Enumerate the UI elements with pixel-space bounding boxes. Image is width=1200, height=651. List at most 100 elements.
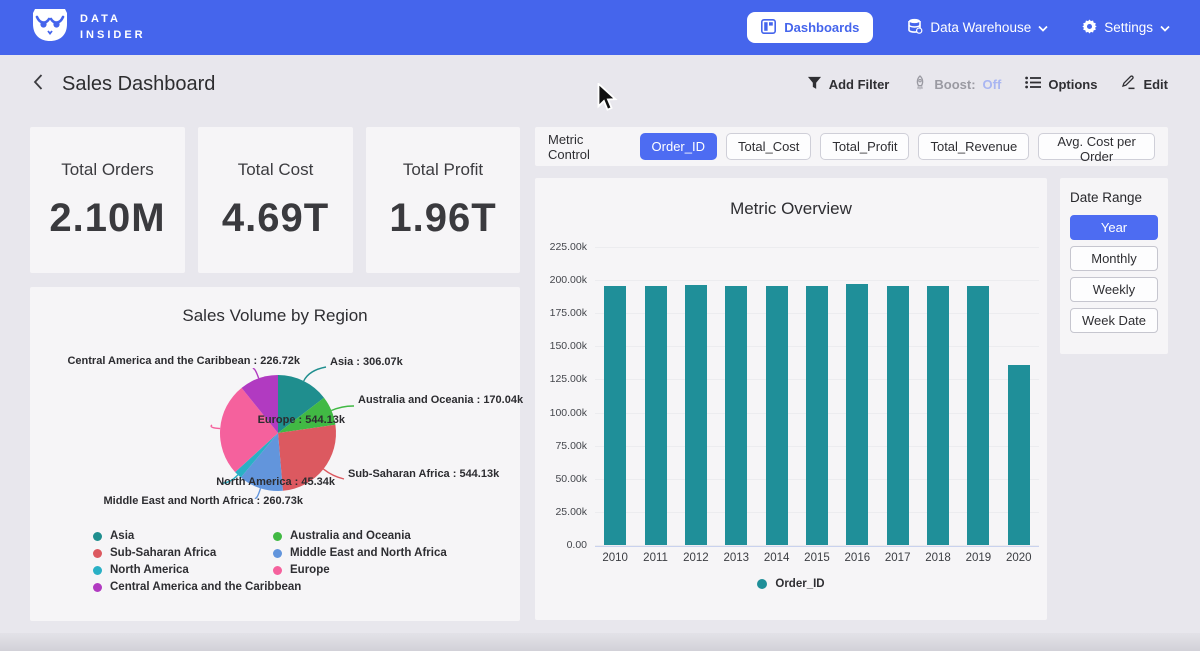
y-tick-label: 225.00k <box>550 241 587 253</box>
bar-cell: 2015 <box>797 247 837 545</box>
date-range-buttons: Year Monthly Weekly Week Date <box>1070 215 1158 333</box>
legend-dot <box>273 532 282 541</box>
x-tick-label: 2014 <box>756 552 796 564</box>
edit-button[interactable]: Edit <box>1121 75 1168 93</box>
options-button[interactable]: Options <box>1025 76 1097 92</box>
metric-chip-total-profit[interactable]: Total_Profit <box>820 133 909 160</box>
bar-series: 2010201120122013201420152016201720182019… <box>595 247 1039 545</box>
bar-cell: 2016 <box>837 247 877 545</box>
legend-item-middle-east-and-north-africa[interactable]: Middle East and North Africa <box>273 547 447 559</box>
gear-icon <box>1082 19 1097 37</box>
bar-2012[interactable] <box>685 285 707 545</box>
kpi-value: 1.96T <box>389 196 496 241</box>
legend-label: Australia and Oceania <box>290 530 411 542</box>
nav-data-warehouse-label: Data Warehouse <box>930 20 1031 35</box>
filter-funnel-icon <box>807 76 822 93</box>
legend-label: Sub-Saharan Africa <box>110 547 216 559</box>
bar-2010[interactable] <box>604 286 626 545</box>
x-tick-label: 2013 <box>716 552 756 564</box>
date-range-label: Date Range <box>1070 190 1158 205</box>
x-tick-label: 2019 <box>958 552 998 564</box>
metric-chip-order-id[interactable]: Order_ID <box>640 133 717 160</box>
bar-chart-card: Metric Overview 225.00k200.00k175.00k150… <box>535 178 1047 620</box>
bar-cell: 2012 <box>676 247 716 545</box>
add-filter-label: Add Filter <box>829 77 890 92</box>
dashboard-page: DATA INSIDER Dashboards <box>0 0 1200 651</box>
gridline <box>595 545 1039 546</box>
page-title: Sales Dashboard <box>62 73 215 96</box>
nav-dashboards-label: Dashboards <box>784 20 859 35</box>
x-tick-label: 2020 <box>999 552 1039 564</box>
bar-chart-legend[interactable]: Order_ID <box>535 578 1047 590</box>
chevron-down-icon <box>1038 20 1048 35</box>
legend-dot <box>93 532 102 541</box>
back-button[interactable] <box>32 73 44 96</box>
legend-dot <box>93 583 102 592</box>
pie-legend-column: Australia and Oceania Middle East and Nor… <box>273 530 447 576</box>
app-header: DATA INSIDER Dashboards <box>0 0 1200 55</box>
date-range-weekly[interactable]: Weekly <box>1070 277 1158 302</box>
metric-chip-avg-cost-per-order[interactable]: Avg. Cost per Order <box>1038 133 1155 160</box>
legend-item-central-america-and-the-caribbean[interactable]: Central America and the Caribbean <box>93 581 301 593</box>
pie-label-north-america: North America : 45.34k <box>216 476 335 488</box>
bar-2018[interactable] <box>927 286 949 545</box>
x-tick-label: 2017 <box>878 552 918 564</box>
x-tick-label: 2011 <box>635 552 675 564</box>
metric-chip-total-revenue[interactable]: Total_Revenue <box>918 133 1029 160</box>
owl-logo-icon <box>30 7 70 48</box>
bar-cell: 2018 <box>918 247 958 545</box>
bar-2016[interactable] <box>846 284 868 545</box>
legend-label: Order_ID <box>775 578 824 590</box>
y-tick-label: 175.00k <box>550 307 587 319</box>
y-tick-label: 50.00k <box>555 473 587 485</box>
bottom-strip <box>0 633 1200 651</box>
date-range-week-date[interactable]: Week Date <box>1070 308 1158 333</box>
legend-item-asia[interactable]: Asia <box>93 530 301 542</box>
boost-toggle[interactable]: Boost: Off <box>913 75 1001 93</box>
pie-legend-column: Asia Sub-Saharan Africa North America Centr… <box>93 530 301 593</box>
y-tick-label: 75.00k <box>555 440 587 452</box>
bar-2020[interactable] <box>1008 365 1030 545</box>
bar-2017[interactable] <box>887 286 909 545</box>
brand-logo[interactable]: DATA INSIDER <box>30 7 146 48</box>
metric-chip-total-cost[interactable]: Total_Cost <box>726 133 811 160</box>
bar-cell: 2011 <box>635 247 675 545</box>
legend-item-sub-saharan-africa[interactable]: Sub-Saharan Africa <box>93 547 301 559</box>
chevron-down-icon <box>1160 20 1170 35</box>
kpi-label: Total Orders <box>61 160 154 180</box>
pie-label-europe: Europe : 544.13k <box>258 414 345 426</box>
legend-dot <box>757 579 767 589</box>
pie-leader-line <box>331 406 354 411</box>
x-tick-label: 2010 <box>595 552 635 564</box>
bar-2015[interactable] <box>806 286 828 545</box>
legend-label: Europe <box>290 564 330 576</box>
pie-leader-line <box>211 425 220 429</box>
y-tick-label: 200.00k <box>550 274 587 286</box>
database-icon <box>907 18 923 37</box>
legend-item-europe[interactable]: Europe <box>273 564 447 576</box>
y-tick-label: 150.00k <box>550 340 587 352</box>
y-tick-label: 0.00 <box>567 539 587 551</box>
bar-cell: 2014 <box>756 247 796 545</box>
add-filter-button[interactable]: Add Filter <box>807 76 890 93</box>
nav-settings[interactable]: Settings <box>1082 19 1170 37</box>
bar-2014[interactable] <box>766 286 788 545</box>
options-label: Options <box>1048 77 1097 92</box>
pie-leader-line <box>253 369 259 379</box>
nav-data-warehouse[interactable]: Data Warehouse <box>907 18 1048 37</box>
kpi-card-total-orders: Total Orders 2.10M <box>30 127 185 273</box>
legend-dot <box>273 566 282 575</box>
x-tick-label: 2015 <box>797 552 837 564</box>
x-tick-label: 2016 <box>837 552 877 564</box>
legend-item-north-america[interactable]: North America <box>93 564 301 576</box>
legend-item-australia-and-oceania[interactable]: Australia and Oceania <box>273 530 447 542</box>
kpi-value: 2.10M <box>49 196 165 241</box>
bar-2019[interactable] <box>967 286 989 545</box>
date-range-panel: Date Range Year Monthly Weekly Week Date <box>1060 178 1168 354</box>
date-range-year[interactable]: Year <box>1070 215 1158 240</box>
nav-dashboards-button[interactable]: Dashboards <box>747 12 873 43</box>
bar-2013[interactable] <box>725 286 747 545</box>
bar-2011[interactable] <box>645 286 667 545</box>
pie-leader-line <box>304 367 326 381</box>
date-range-monthly[interactable]: Monthly <box>1070 246 1158 271</box>
